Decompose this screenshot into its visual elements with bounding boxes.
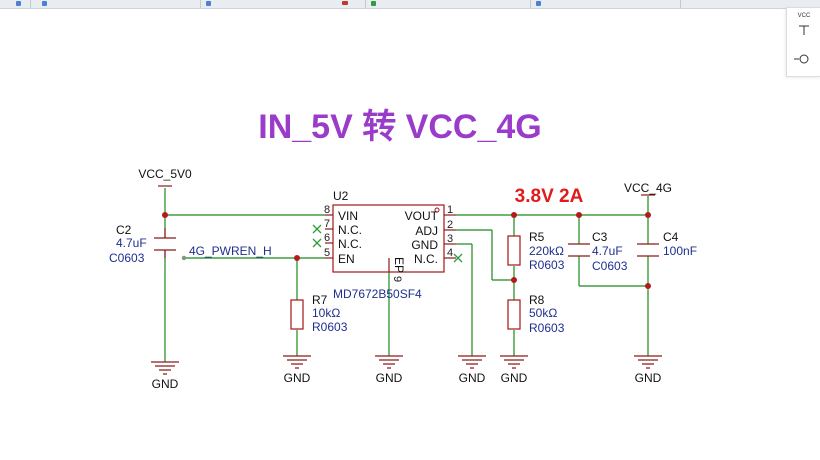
c3-package: C0603 [592, 259, 628, 273]
junction-dot [645, 212, 651, 218]
vcc-5v0-port[interactable]: VCC_5V0 [138, 167, 192, 187]
ground-label: GND [376, 371, 403, 385]
r8-value: 50kΩ [529, 306, 557, 320]
u2-pin-name: EN [338, 252, 355, 266]
schematic-canvas[interactable]: IN_5V 转 VCC_4G 3.8V 2A VCC_5V0 VCC_4G GN… [0, 0, 820, 460]
junction-dot [645, 283, 651, 289]
r7-value: 10kΩ [312, 306, 340, 320]
c3-value: 4.7uF [592, 244, 623, 258]
u2-pin-name: GND [411, 238, 438, 252]
r5-package: R0603 [529, 258, 565, 272]
r8-ref: R8 [529, 293, 545, 307]
c4-ref: C4 [663, 230, 679, 244]
u2-pin-number: 5 [324, 247, 330, 259]
ground-label: GND [284, 371, 311, 385]
junction-dot [294, 255, 300, 261]
u2-pin-number: 3 [447, 233, 453, 245]
regulator-u2[interactable]: U2 MD7672B50SF4 VIN N.C. N.C. EN 8 7 6 5… [312, 189, 463, 301]
capacitor-c3[interactable]: C3 4.7uF C0603 [568, 230, 628, 273]
capacitor-c2[interactable]: C2 4.7uF C0603 [109, 223, 176, 265]
u2-ref: U2 [333, 189, 349, 203]
u2-pin-number: 8 [324, 204, 330, 216]
u2-pin-number: 4 [447, 247, 453, 259]
u2-ep-number: 9 [391, 276, 403, 282]
net-label-text: 4G_PWREN_H [189, 244, 272, 258]
c4-value: 100nF [663, 244, 697, 258]
vcc-4g-label: VCC_4G [624, 181, 672, 195]
vcc-4g-port[interactable]: VCC_4G [624, 181, 672, 196]
ground-symbol-u2-ep[interactable]: GND [375, 355, 403, 385]
no-connect-marker [312, 238, 322, 248]
junction-dot [511, 277, 517, 283]
u2-ep-name: EP [392, 257, 406, 273]
output-voltage-annotation: 3.8V 2A [515, 186, 584, 207]
ground-label: GND [152, 377, 179, 391]
u2-pin-number: 7 [324, 218, 330, 230]
c2-value: 4.7uF [116, 236, 147, 250]
ground-symbol-r7[interactable]: GND [283, 355, 311, 385]
junction-dot [511, 212, 517, 218]
u2-pin-name: ADJ [415, 224, 438, 238]
junction-dot [162, 212, 168, 218]
ground-symbol-c4[interactable]: GND [634, 355, 662, 385]
junction-dot [576, 212, 582, 218]
resistor-r8[interactable]: R8 50kΩ R0603 [507, 293, 565, 335]
r5-ref: R5 [529, 230, 545, 244]
u2-pin-name: VOUT [405, 209, 439, 223]
ground-label: GND [459, 371, 486, 385]
net-label-pwren[interactable]: 4G_PWREN_H [181, 244, 272, 261]
u2-pin-number: 2 [447, 219, 453, 231]
r7-package: R0603 [312, 320, 348, 334]
u2-part: MD7672B50SF4 [333, 287, 422, 301]
ground-label: GND [635, 371, 662, 385]
u2-pin-name: N.C. [338, 237, 362, 251]
schematic-title: IN_5V 转 VCC_4G [258, 108, 541, 146]
vcc-5v0-label: VCC_5V0 [138, 167, 192, 181]
u2-pin-name: N.C. [338, 223, 362, 237]
resistor-r5[interactable]: R5 220kΩ R0603 [507, 230, 565, 272]
u2-pin-number: 1 [447, 204, 453, 216]
r7-ref: R7 [312, 293, 328, 307]
no-connect-marker [312, 224, 322, 234]
ground-symbol-r8[interactable]: GND [500, 355, 528, 385]
c3-ref: C3 [592, 230, 608, 244]
ground-label: GND [501, 371, 528, 385]
r5-value: 220kΩ [529, 244, 564, 258]
u2-pin-name: VIN [338, 209, 358, 223]
u2-pin-number: 6 [324, 232, 330, 244]
capacitor-c4[interactable]: C4 100nF [637, 230, 697, 258]
ground-symbol-c2[interactable]: GND [151, 361, 179, 391]
r8-package: R0603 [529, 321, 565, 335]
c2-package: C0603 [109, 251, 145, 265]
c2-ref: C2 [116, 223, 132, 237]
ground-symbol-u2-gnd[interactable]: GND [458, 355, 486, 385]
u2-pin-name: N.C. [414, 252, 438, 266]
